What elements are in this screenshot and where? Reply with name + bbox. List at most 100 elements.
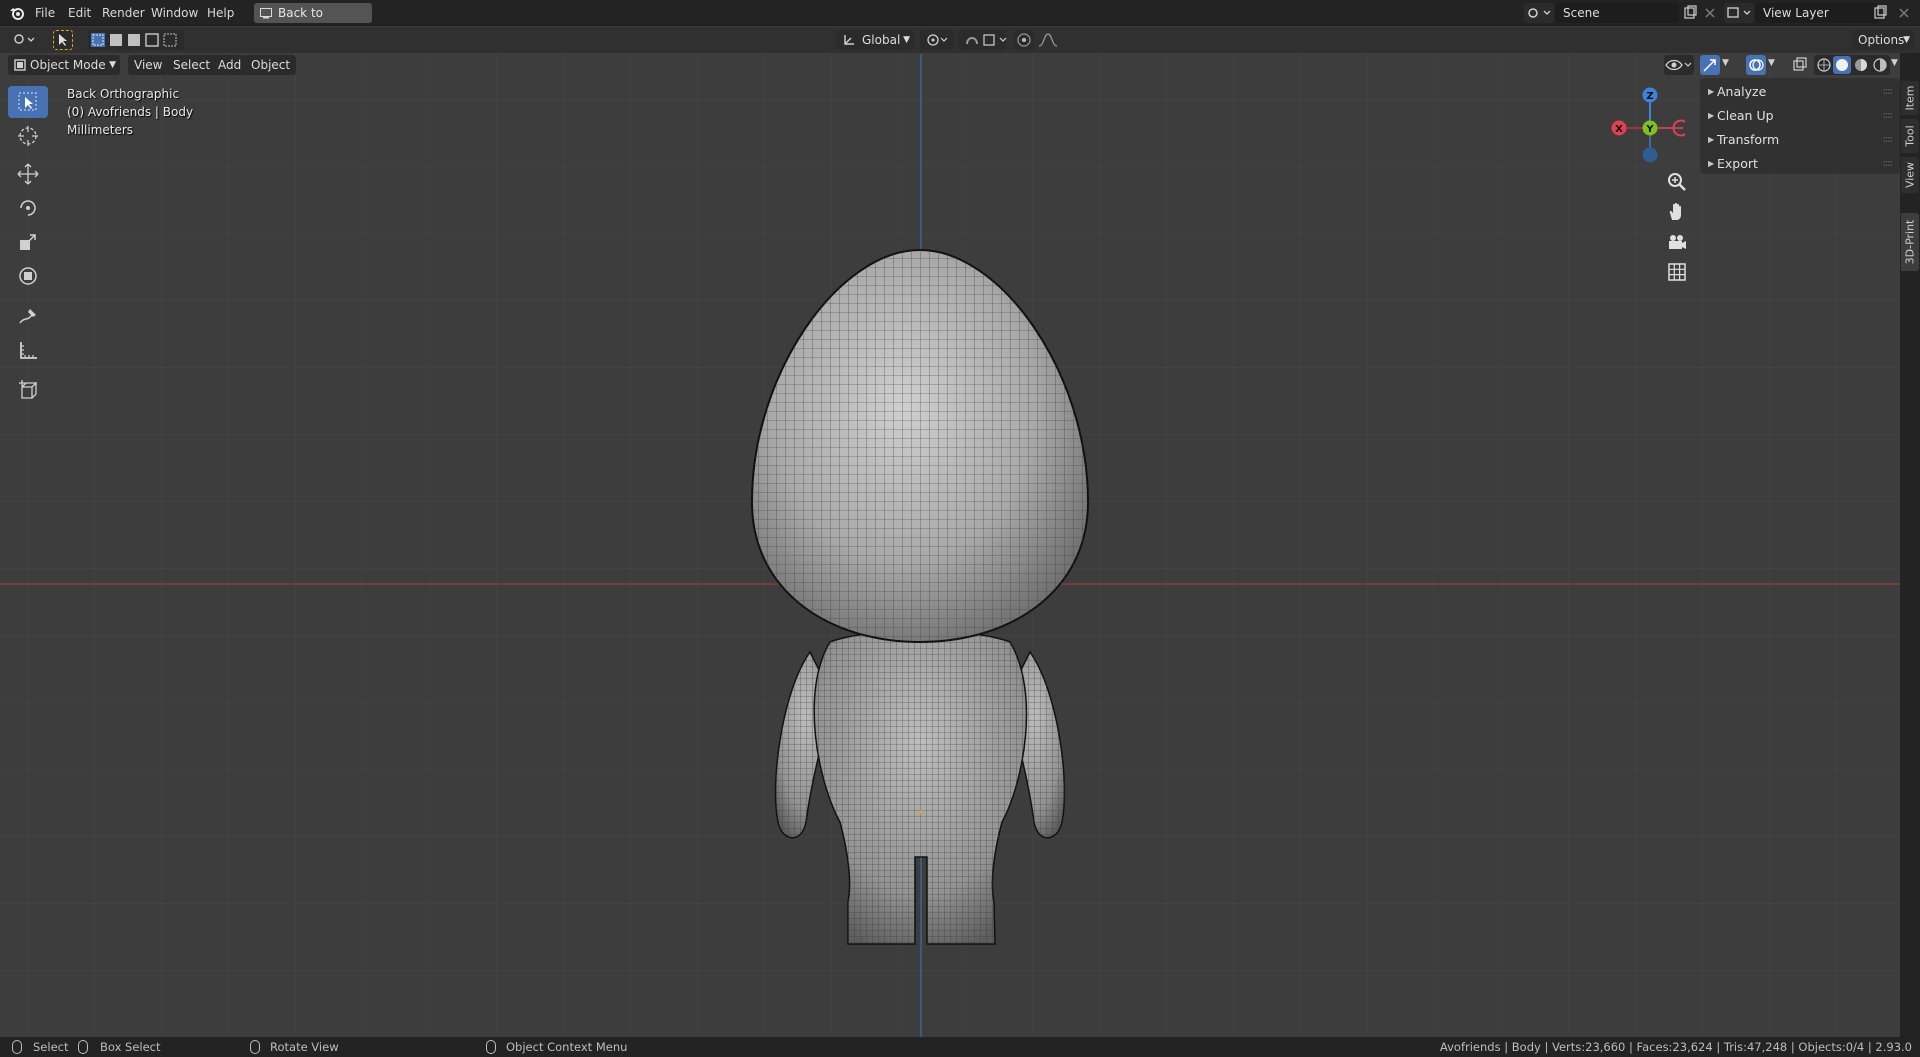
menu-object[interactable]: Object bbox=[245, 55, 297, 75]
transform-orientation-dropdown[interactable]: Global ▼ bbox=[836, 30, 914, 50]
scene-delete-button[interactable] bbox=[1700, 3, 1720, 23]
menu-add[interactable]: Add bbox=[212, 55, 248, 75]
disclosure-triangle-icon: ▶ bbox=[1708, 87, 1715, 96]
camera-view-icon[interactable] bbox=[1665, 230, 1689, 254]
proportional-editing-toggle[interactable] bbox=[1014, 30, 1034, 50]
tab-view[interactable]: View bbox=[1901, 157, 1919, 193]
grid-ortho-toggle-icon[interactable] bbox=[1665, 260, 1689, 284]
pan-hand-icon[interactable] bbox=[1665, 200, 1689, 224]
panel-export-label: Export bbox=[1717, 156, 1758, 171]
xray-icon bbox=[1793, 57, 1807, 71]
close-icon bbox=[1899, 8, 1909, 18]
character-mesh[interactable] bbox=[740, 222, 1100, 962]
orientation-axes-icon bbox=[844, 35, 854, 45]
tool-scale[interactable] bbox=[8, 226, 48, 258]
scene-browse-button[interactable] bbox=[1524, 3, 1554, 23]
shading-mode-group[interactable] bbox=[1814, 55, 1890, 75]
view-name-label: Back Orthographic bbox=[67, 87, 180, 101]
visibility-dropdown[interactable] bbox=[1664, 55, 1694, 75]
3d-viewport[interactable]: Back Orthographic (0) Avofriends | Body … bbox=[0, 27, 1900, 1037]
tab-item[interactable]: Item bbox=[1901, 81, 1919, 115]
tool-add-cube[interactable] bbox=[8, 374, 48, 406]
move-arrows-icon bbox=[17, 163, 39, 185]
panel-transform[interactable]: ▶ Transform :::: bbox=[1700, 128, 1900, 152]
falloff-dropdown[interactable] bbox=[1036, 30, 1060, 50]
sidebar-tabs: Item Tool View 3D-Print bbox=[1900, 53, 1920, 1037]
duplicate-icon bbox=[1874, 5, 1887, 19]
tool-rotate[interactable] bbox=[8, 192, 48, 224]
scene-new-button[interactable] bbox=[1680, 3, 1700, 23]
view-layer-browse-button[interactable] bbox=[1724, 3, 1754, 23]
mouse-middle-click-icon bbox=[250, 1040, 260, 1054]
overlays-toggle[interactable] bbox=[1746, 55, 1766, 75]
status-bar: Select Box Select Rotate View Object Con… bbox=[0, 1037, 1920, 1057]
pivot-point-dropdown[interactable] bbox=[920, 30, 954, 50]
tool-transform[interactable] bbox=[8, 260, 48, 292]
tool-cursor[interactable] bbox=[8, 120, 48, 152]
tool-measure[interactable] bbox=[8, 334, 48, 366]
tool-header: Global ▼ Options ▼ bbox=[0, 27, 1920, 53]
view-layer-delete-button[interactable] bbox=[1894, 3, 1914, 23]
snap-group[interactable] bbox=[958, 30, 1007, 50]
chevron-down-icon: ▼ bbox=[1768, 58, 1775, 68]
drag-grip-icon[interactable]: :::: bbox=[1883, 104, 1894, 128]
drag-grip-icon[interactable]: :::: bbox=[1883, 152, 1894, 176]
orientation-label: Global bbox=[862, 33, 901, 47]
menu-render[interactable]: Render bbox=[102, 0, 145, 26]
chevron-down-icon: ▼ bbox=[109, 60, 116, 70]
back-to-previous-button[interactable]: Back to Previous bbox=[254, 3, 372, 40]
chevron-down-icon: ▼ bbox=[1903, 35, 1910, 45]
scene-icon bbox=[1528, 8, 1551, 18]
status-select-hint: Select bbox=[33, 1040, 69, 1054]
mouse-drag-icon bbox=[78, 1040, 88, 1054]
panel-clean-up[interactable]: ▶ Clean Up :::: bbox=[1700, 104, 1900, 128]
menu-help[interactable]: Help bbox=[207, 0, 234, 26]
chevron-down-icon: ▼ bbox=[1722, 58, 1729, 68]
mode-dropdown[interactable]: Object Mode ▼ bbox=[8, 55, 120, 75]
selection-mode-group[interactable] bbox=[88, 30, 184, 50]
options-dropdown[interactable]: Options ▼ bbox=[1852, 30, 1914, 50]
measure-ruler-icon bbox=[20, 342, 37, 359]
drag-grip-icon[interactable]: :::: bbox=[1883, 80, 1894, 104]
tool-move[interactable] bbox=[8, 158, 48, 190]
panel-transform-label: Transform bbox=[1717, 132, 1780, 147]
gizmo-dropdown[interactable]: ▼ bbox=[1720, 55, 1734, 75]
zoom-magnifier-icon[interactable] bbox=[1665, 170, 1689, 194]
xray-toggle[interactable] bbox=[1790, 55, 1810, 75]
menu-window[interactable]: Window bbox=[151, 0, 198, 26]
annotate-pencil-icon bbox=[19, 309, 36, 324]
editor-type-button[interactable] bbox=[6, 30, 40, 50]
blender-logo-icon[interactable] bbox=[9, 5, 25, 21]
tool-select-box[interactable] bbox=[8, 86, 48, 118]
status-box-select-hint: Box Select bbox=[100, 1040, 161, 1054]
gizmo-y-label: Y bbox=[1645, 124, 1654, 135]
select-box-mode-icon[interactable] bbox=[53, 30, 73, 50]
tab-tool[interactable]: Tool bbox=[1901, 119, 1919, 153]
menu-view[interactable]: View bbox=[128, 55, 169, 75]
menu-file[interactable]: File bbox=[35, 0, 55, 26]
close-icon bbox=[1705, 8, 1715, 18]
view-layer-name-field[interactable]: View Layer bbox=[1755, 3, 1879, 23]
3d-viewport-icon bbox=[14, 34, 35, 44]
panel-export[interactable]: ▶ Export :::: bbox=[1700, 152, 1900, 176]
view-layer-new-button[interactable] bbox=[1870, 3, 1890, 23]
overlays-dropdown[interactable]: ▼ bbox=[1766, 55, 1780, 75]
mode-label: Object Mode bbox=[30, 58, 106, 72]
active-object-label: (0) Avofriends | Body bbox=[67, 105, 194, 119]
menu-edit[interactable]: Edit bbox=[68, 0, 91, 26]
select-box-icon bbox=[18, 92, 37, 111]
overlays-icon bbox=[1749, 59, 1764, 71]
gizmo-toggle[interactable] bbox=[1700, 55, 1720, 75]
scene-name-field[interactable]: Scene bbox=[1555, 3, 1679, 23]
panel-analyze[interactable]: ▶ Analyze :::: bbox=[1700, 80, 1900, 104]
gizmo-x-label: X bbox=[1615, 124, 1623, 135]
tab-view-label: View bbox=[1903, 161, 1917, 189]
tab-3d-print[interactable]: 3D-Print bbox=[1901, 213, 1919, 271]
navigation-gizmo[interactable]: Z X Y bbox=[1605, 85, 1685, 165]
panel-clean-up-label: Clean Up bbox=[1717, 108, 1774, 123]
drag-grip-icon[interactable]: :::: bbox=[1883, 128, 1894, 152]
tool-annotate[interactable] bbox=[8, 300, 48, 332]
disclosure-triangle-icon: ▶ bbox=[1708, 111, 1715, 120]
menu-select[interactable]: Select bbox=[167, 55, 217, 75]
panel-analyze-label: Analyze bbox=[1717, 84, 1767, 99]
